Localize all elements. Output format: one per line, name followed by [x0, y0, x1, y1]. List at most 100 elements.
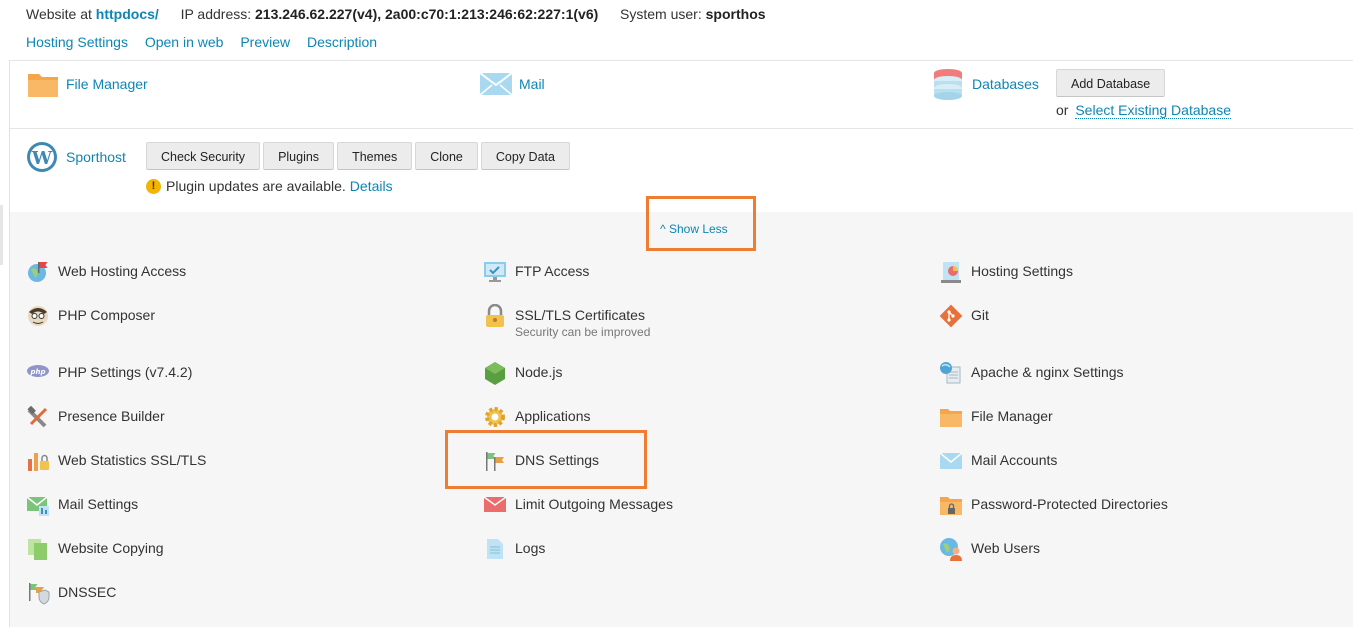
log-doc-icon	[483, 537, 507, 561]
website-path-link[interactable]: httpdocs/	[96, 6, 159, 22]
website-links: Hosting Settings Open in web Preview Des…	[26, 34, 390, 50]
item-label[interactable]: Limit Outgoing Messages	[515, 493, 673, 513]
system-user-label: System user:	[620, 6, 702, 22]
item-label[interactable]: File Manager	[971, 405, 1053, 425]
applications-item[interactable]: Applications	[483, 405, 591, 429]
item-label[interactable]: Hosting Settings	[971, 260, 1073, 280]
add-database-wrap: Add Database	[1056, 69, 1166, 97]
preview-link[interactable]: Preview	[240, 34, 290, 50]
dnssec-shield-icon	[26, 581, 50, 605]
folder-icon	[26, 67, 60, 101]
website-info: Website at httpdocs/ IP address: 213.246…	[26, 6, 766, 22]
databases-label[interactable]: Databases	[972, 76, 1039, 92]
item-label[interactable]: Git	[971, 304, 989, 324]
item-label[interactable]: Apache & nginx Settings	[971, 361, 1124, 381]
item-label[interactable]: PHP Settings (v7.4.2)	[58, 361, 192, 381]
item-label[interactable]: Logs	[515, 537, 545, 557]
tools-icon	[26, 405, 50, 429]
open-in-web-link[interactable]: Open in web	[145, 34, 224, 50]
select-db-row: or Select Existing Database	[1056, 102, 1231, 119]
locked-folder-icon	[939, 493, 963, 517]
add-database-button[interactable]: Add Database	[1056, 69, 1166, 97]
nodejs-item[interactable]: Node.js	[483, 361, 562, 385]
ip-value: 213.246.62.227(v4), 2a00:c70:1:213:246:6…	[255, 6, 599, 22]
item-label[interactable]: Web Users	[971, 537, 1040, 557]
tools-panel	[10, 212, 1353, 627]
details-link[interactable]: Details	[350, 178, 393, 194]
item-label[interactable]: Presence Builder	[58, 405, 165, 425]
ip-label: IP address:	[180, 6, 252, 22]
hosting-settings-icon	[939, 260, 963, 284]
file-manager-item[interactable]: File Manager	[939, 405, 1053, 429]
mail-label[interactable]: Mail	[519, 76, 545, 92]
web-hosting-access-item[interactable]: Web Hosting Access	[26, 260, 186, 284]
item-label[interactable]: Mail Accounts	[971, 449, 1057, 469]
dnssec-item[interactable]: DNSSEC	[26, 581, 116, 605]
item-label[interactable]: SSL/TLS Certificates	[515, 304, 650, 324]
ftp-monitor-icon	[483, 260, 507, 284]
git-item[interactable]: Git	[939, 304, 989, 328]
select-existing-database-link[interactable]: Select Existing Database	[1075, 102, 1231, 119]
scroll-handle[interactable]	[0, 205, 3, 265]
item-label[interactable]: Applications	[515, 405, 591, 425]
divider	[10, 60, 1353, 61]
git-icon	[939, 304, 963, 328]
description-link[interactable]: Description	[307, 34, 377, 50]
system-user-value: sporthos	[705, 6, 766, 22]
php-settings-item[interactable]: php PHP Settings (v7.4.2)	[26, 361, 192, 385]
highlight-box	[646, 196, 756, 251]
item-label[interactable]: Mail Settings	[58, 493, 138, 513]
item-label[interactable]: Web Statistics SSL/TLS	[58, 449, 206, 469]
plugin-update-notice: ! Plugin updates are available. Details	[146, 178, 393, 194]
wordpress-site[interactable]: W Sporthost	[26, 140, 126, 174]
item-label[interactable]: Website Copying	[58, 537, 164, 557]
item-label[interactable]: Password-Protected Directories	[971, 493, 1168, 513]
ssl-tls-item[interactable]: SSL/TLS Certificates Security can be imp…	[483, 303, 650, 340]
logs-item[interactable]: Logs	[483, 537, 545, 561]
wordpress-actions: Check Security Plugins Themes Clone Copy…	[146, 142, 570, 170]
nodejs-icon	[483, 361, 507, 385]
php-icon: php	[26, 361, 50, 385]
file-manager-label[interactable]: File Manager	[66, 76, 148, 92]
website-label: Website at	[26, 6, 92, 22]
plugin-update-text: Plugin updates are available.	[166, 178, 346, 194]
envelope-icon	[479, 67, 513, 101]
wordpress-icon: W	[26, 140, 60, 174]
plugins-button[interactable]: Plugins	[263, 142, 335, 170]
divider	[10, 128, 1353, 129]
website-copying-item[interactable]: Website Copying	[26, 537, 164, 561]
mail-tool[interactable]: Mail	[479, 67, 545, 101]
clone-button[interactable]: Clone	[415, 142, 478, 170]
folder-icon	[939, 405, 963, 429]
mail-accounts-item[interactable]: Mail Accounts	[939, 449, 1057, 473]
wordpress-site-name[interactable]: Sporthost	[66, 149, 126, 165]
or-text: or	[1056, 102, 1069, 118]
mail-settings-item[interactable]: Mail Settings	[26, 493, 138, 517]
apache-nginx-item[interactable]: Apache & nginx Settings	[939, 361, 1124, 385]
ftp-access-item[interactable]: FTP Access	[483, 260, 589, 284]
limit-outgoing-item[interactable]: Limit Outgoing Messages	[483, 493, 673, 517]
item-label[interactable]: DNSSEC	[58, 581, 116, 601]
web-users-icon	[939, 537, 963, 561]
databases-tool[interactable]: Databases	[932, 67, 1039, 101]
item-label[interactable]: PHP Composer	[58, 304, 155, 324]
hosting-settings-link[interactable]: Hosting Settings	[26, 34, 128, 50]
item-label[interactable]: Web Hosting Access	[58, 260, 186, 280]
password-protected-dirs-item[interactable]: Password-Protected Directories	[939, 493, 1168, 517]
padlock-icon	[483, 303, 507, 328]
globe-flag-icon	[26, 260, 50, 284]
limit-mail-icon	[483, 493, 507, 517]
stats-lock-icon	[26, 449, 50, 473]
item-label[interactable]: FTP Access	[515, 260, 589, 280]
themes-button[interactable]: Themes	[337, 142, 413, 170]
php-composer-item[interactable]: PHP Composer	[26, 304, 155, 328]
check-security-button[interactable]: Check Security	[146, 142, 261, 170]
web-users-item[interactable]: Web Users	[939, 537, 1040, 561]
item-label[interactable]: Node.js	[515, 361, 562, 381]
copy-data-button[interactable]: Copy Data	[480, 142, 570, 170]
web-statistics-item[interactable]: Web Statistics SSL/TLS	[26, 449, 206, 473]
svg-text:W: W	[31, 148, 53, 169]
file-manager-tool[interactable]: File Manager	[26, 67, 148, 101]
presence-builder-item[interactable]: Presence Builder	[26, 405, 165, 429]
hosting-settings-item[interactable]: Hosting Settings	[939, 260, 1073, 284]
